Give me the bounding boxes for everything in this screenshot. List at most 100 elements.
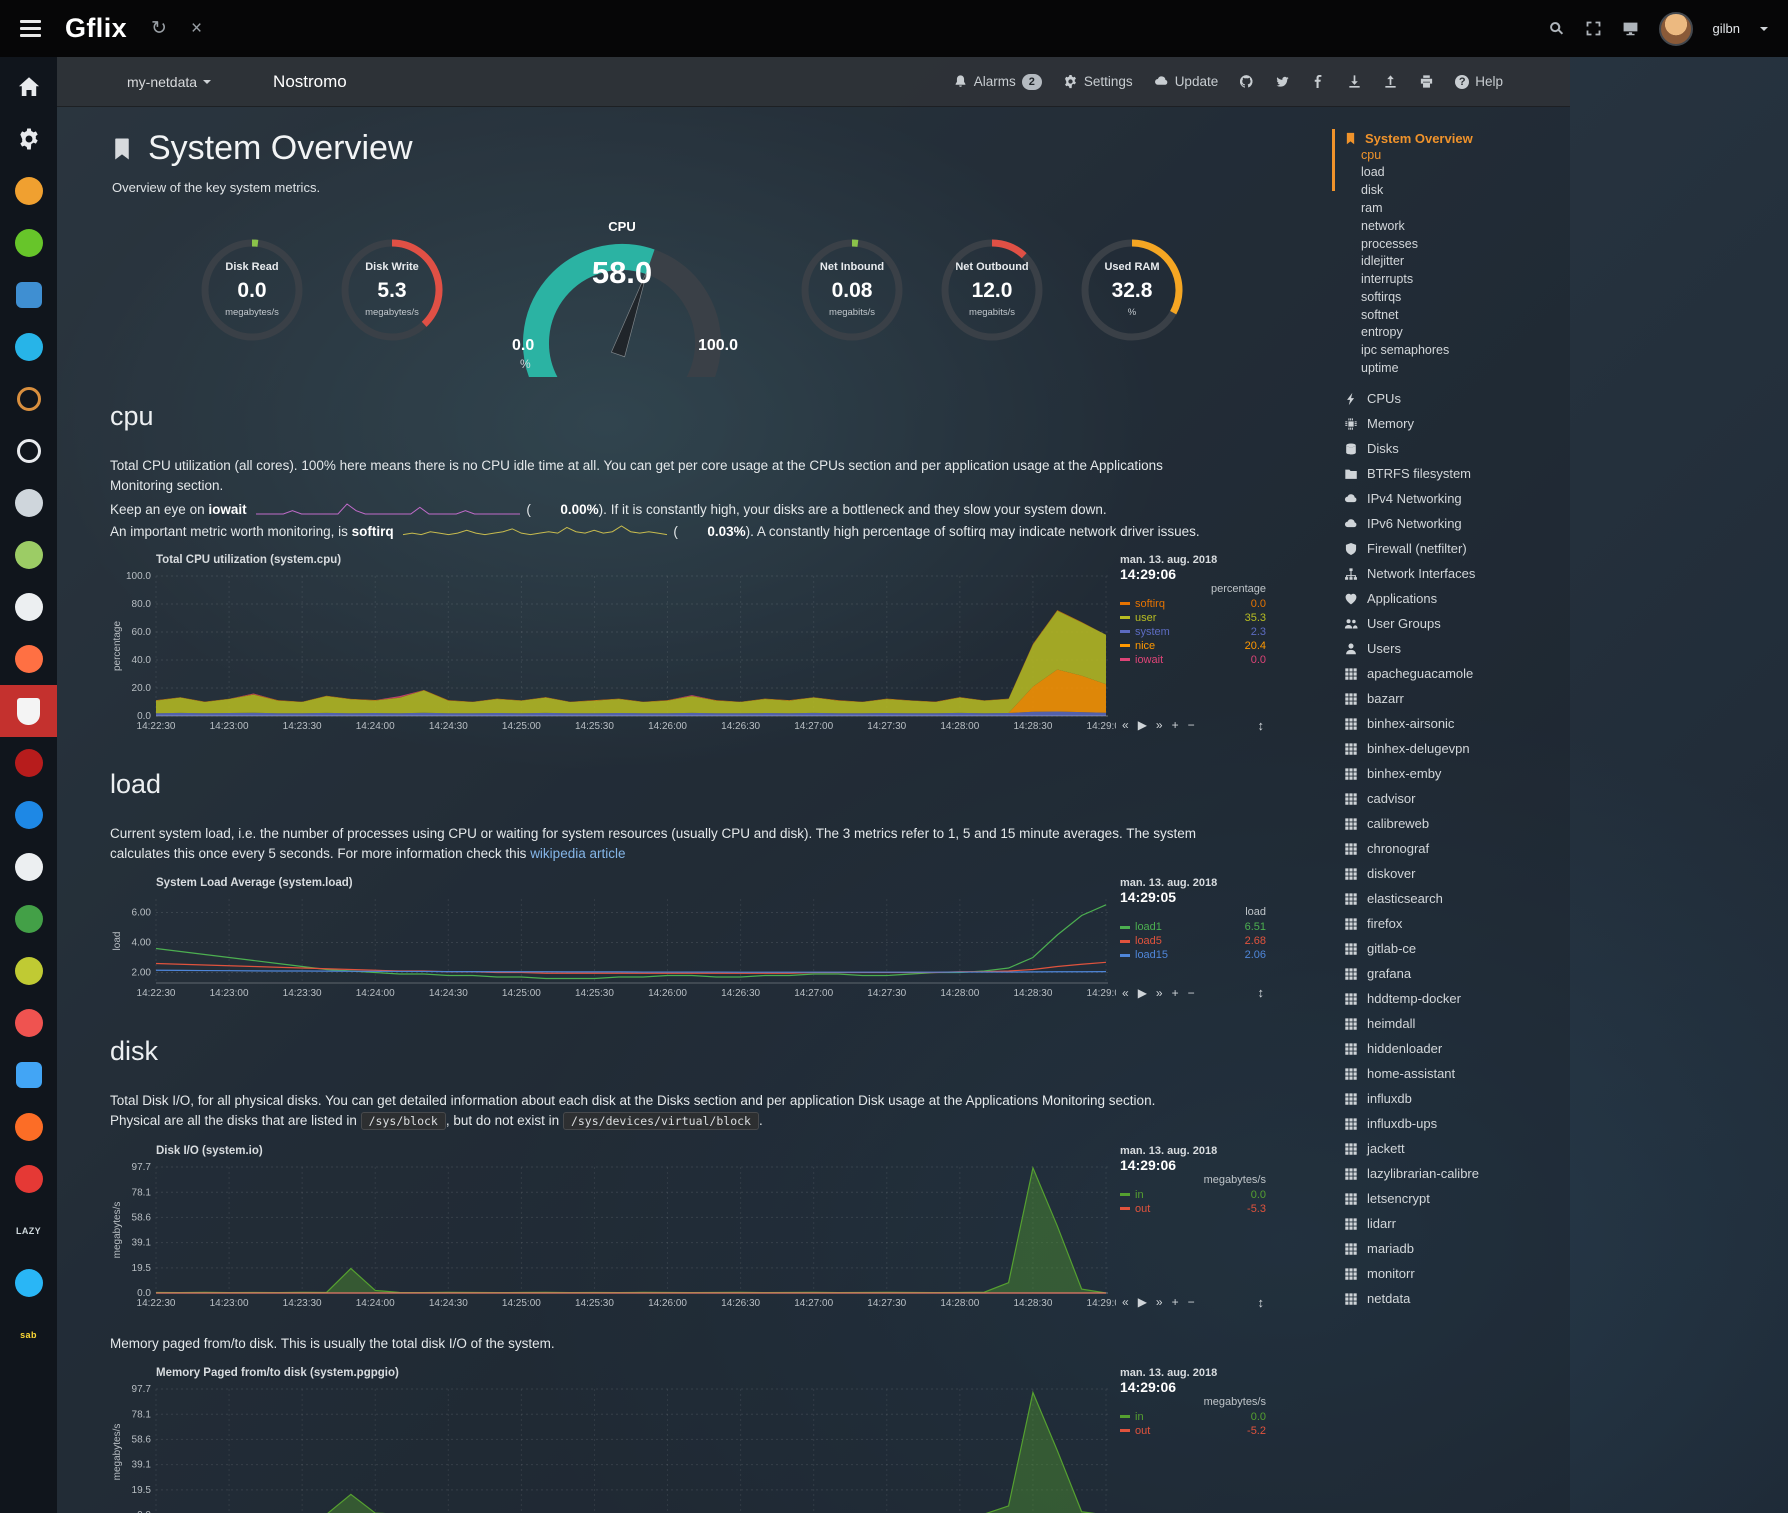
user-avatar[interactable]	[1659, 12, 1693, 46]
search-icon[interactable]	[1548, 20, 1565, 37]
chart-canvas[interactable]: 14:22:3014:23:0014:23:3014:24:0014:24:30…	[110, 1381, 1116, 1513]
legend-row-out[interactable]: out-5.2	[1120, 1424, 1266, 1438]
menu-item-idlejitter[interactable]: idlejitter	[1344, 253, 1570, 271]
legend-row-load1[interactable]: load16.51	[1120, 920, 1266, 934]
github-icon[interactable]	[1239, 74, 1254, 89]
menu-item-calibreweb[interactable]: calibreweb	[1344, 811, 1570, 836]
menu-item-softirqs[interactable]: softirqs	[1344, 288, 1570, 306]
refresh-icon[interactable]: ↻	[151, 19, 167, 38]
sidebar-app-blue-grid-app[interactable]	[0, 269, 57, 321]
sidebar-app-white-ring-app[interactable]	[0, 425, 57, 477]
sidebar-app-gray-circle-app[interactable]	[0, 477, 57, 529]
menu-item-influxdb[interactable]: influxdb	[1344, 1086, 1570, 1111]
close-icon[interactable]: ×	[191, 19, 202, 38]
menu-item-chronograf[interactable]: chronograf	[1344, 836, 1570, 861]
sidebar-app-blue-cloud-app[interactable]	[0, 789, 57, 841]
legend-row-load15[interactable]: load152.06	[1120, 948, 1266, 962]
chart-canvas[interactable]: 14:22:3014:23:0014:23:3014:24:0014:24:30…	[110, 1159, 1116, 1311]
alarms-button[interactable]: Alarms 2	[953, 74, 1042, 90]
menu-item-users[interactable]: Users	[1344, 636, 1570, 661]
legend-row-in[interactable]: in0.0	[1120, 1188, 1266, 1202]
cpu-chart[interactable]: Total CPU utilization (system.cpu)14:22:…	[110, 554, 1320, 739]
resize-handle-icon[interactable]: ↕	[1258, 718, 1265, 733]
menu-item-entropy[interactable]: entropy	[1344, 324, 1570, 342]
load-chart[interactable]: System Load Average (system.load)14:22:3…	[110, 877, 1320, 1006]
menu-item-lidarr[interactable]: lidarr	[1344, 1211, 1570, 1236]
legend-row-iowait[interactable]: iowait0.0	[1120, 653, 1266, 667]
menu-item-btrfs-filesystem[interactable]: BTRFS filesystem	[1344, 461, 1570, 486]
menu-item-home-assistant[interactable]: home-assistant	[1344, 1061, 1570, 1086]
menu-item-binhex-emby[interactable]: binhex-emby	[1344, 761, 1570, 786]
sidebar-app-orange-gear-app[interactable]	[0, 633, 57, 685]
legend-row-nice[interactable]: nice20.4	[1120, 639, 1266, 653]
menu-item-load[interactable]: load	[1344, 164, 1570, 182]
menu-item-binhex-airsonic[interactable]: binhex-airsonic	[1344, 711, 1570, 736]
menu-item-diskover[interactable]: diskover	[1344, 861, 1570, 886]
fast-forward-icon[interactable]: »	[1156, 1295, 1163, 1309]
zoom-in-icon[interactable]: +	[1172, 1295, 1179, 1309]
play-icon[interactable]: ▶	[1138, 986, 1147, 1000]
menu-item-influxdb-ups[interactable]: influxdb-ups	[1344, 1111, 1570, 1136]
menu-item-mariadb[interactable]: mariadb	[1344, 1236, 1570, 1261]
menu-item-network[interactable]: network	[1344, 217, 1570, 235]
play-icon[interactable]: ▶	[1138, 1295, 1147, 1309]
menu-item-firewall-netfilter[interactable]: Firewall (netfilter)	[1344, 536, 1570, 561]
pgpgio-chart[interactable]: Memory Paged from/to disk (system.pgpgio…	[110, 1367, 1320, 1513]
menu-item-gitlab-ce[interactable]: gitlab-ce	[1344, 936, 1570, 961]
wikipedia-link[interactable]: wikipedia article	[530, 846, 625, 861]
settings-button[interactable]: Settings	[1063, 74, 1133, 89]
legend-row-in[interactable]: in0.0	[1120, 1410, 1266, 1424]
menu-item-ram[interactable]: ram	[1344, 199, 1570, 217]
rewind-icon[interactable]: «	[1122, 718, 1129, 732]
menu-item-heimdall[interactable]: heimdall	[1344, 1011, 1570, 1036]
import-icon[interactable]	[1347, 74, 1362, 89]
legend-row-system[interactable]: system2.3	[1120, 625, 1266, 639]
menu-item-grafana[interactable]: grafana	[1344, 961, 1570, 986]
sidebar-app-search-app[interactable]	[0, 373, 57, 425]
fullscreen-icon[interactable]	[1585, 20, 1602, 37]
menu-item-disk[interactable]: disk	[1344, 182, 1570, 200]
menu-item-applications[interactable]: Applications	[1344, 586, 1570, 611]
gauge-cpu[interactable]: CPU58.00.0100.0%	[484, 219, 760, 371]
menu-item-softnet[interactable]: softnet	[1344, 306, 1570, 324]
menu-item-disks[interactable]: Disks	[1344, 436, 1570, 461]
resize-handle-icon[interactable]: ↕	[1258, 985, 1265, 1000]
zoom-out-icon[interactable]: −	[1188, 718, 1195, 732]
disk-io-chart[interactable]: Disk I/O (system.io)14:22:3014:23:0014:2…	[110, 1145, 1320, 1316]
sidebar-app-green-bolt-app[interactable]	[0, 529, 57, 581]
zoom-out-icon[interactable]: −	[1188, 1295, 1195, 1309]
rewind-icon[interactable]: «	[1122, 986, 1129, 1000]
menu-item-uptime[interactable]: uptime	[1344, 359, 1570, 377]
sidebar-app-green-u-app[interactable]	[0, 893, 57, 945]
sidebar-app-gitlab-app[interactable]	[0, 1101, 57, 1153]
resize-handle-icon[interactable]: ↕	[1258, 1295, 1265, 1310]
menu-item-netdata[interactable]: netdata	[1344, 1286, 1570, 1311]
browser-window-icon[interactable]	[1622, 20, 1639, 37]
menu-item-system-overview[interactable]: System Overview	[1344, 131, 1570, 146]
menu-item-lazylibrarian-calibre[interactable]: lazylibrarian-calibre	[1344, 1161, 1570, 1186]
menu-item-ipc-semaphores[interactable]: ipc semaphores	[1344, 342, 1570, 360]
sidebar-app-white-u-app[interactable]	[0, 841, 57, 893]
menu-item-hiddenloader[interactable]: hiddenloader	[1344, 1036, 1570, 1061]
chart-plot-area[interactable]: Total CPU utilization (system.cpu)14:22:…	[110, 554, 1116, 739]
sidebar-app-red-shield-app[interactable]	[0, 685, 57, 737]
sidebar-app-red-cluster-app[interactable]	[0, 737, 57, 789]
facebook-icon[interactable]	[1311, 74, 1326, 89]
sidebar-app-green-play-app[interactable]	[0, 217, 57, 269]
sidebar-app-orange-app[interactable]	[0, 165, 57, 217]
username[interactable]: gilbn	[1713, 21, 1740, 36]
menu-item-network-interfaces[interactable]: Network Interfaces	[1344, 561, 1570, 586]
update-button[interactable]: Update	[1154, 74, 1219, 89]
gauge-net-inbound[interactable]: Net Inbound0.08megabits/s	[782, 219, 922, 371]
menu-item-processes[interactable]: processes	[1344, 235, 1570, 253]
sidebar-app-home[interactable]	[0, 61, 57, 113]
gauge-disk-write[interactable]: Disk Write5.3megabytes/s	[322, 219, 462, 371]
gauge-net-outbound[interactable]: Net Outbound12.0megabits/s	[922, 219, 1062, 371]
sidebar-app-lime-circle-app[interactable]	[0, 945, 57, 997]
legend-row-user[interactable]: user35.3	[1120, 611, 1266, 625]
gauge-disk-read[interactable]: Disk Read0.0megabytes/s	[182, 219, 322, 371]
sidebar-app-pills-app[interactable]	[0, 997, 57, 1049]
sidebar-app-sab-app[interactable]: sab	[0, 1309, 57, 1361]
zoom-out-icon[interactable]: −	[1188, 986, 1195, 1000]
sidebar-app-soundwave-app[interactable]	[0, 321, 57, 373]
